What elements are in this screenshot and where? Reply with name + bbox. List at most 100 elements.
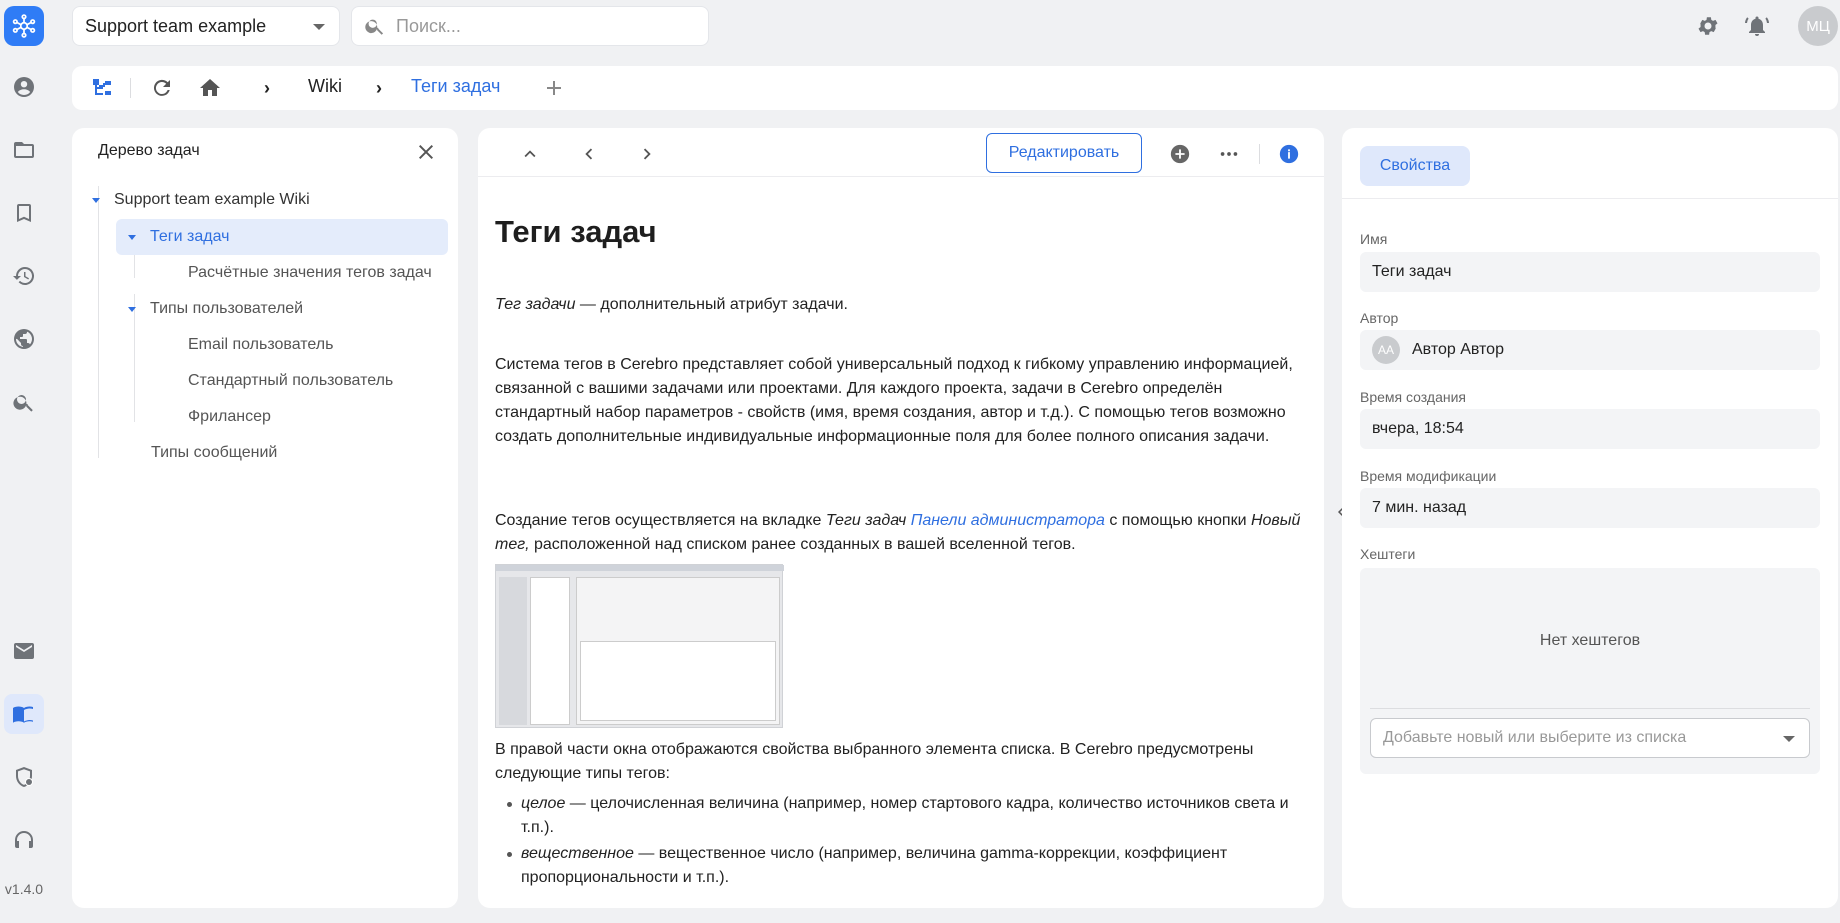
tree-item-freelancer[interactable]: Фрилансер [188,399,271,435]
text: — дополнительный атрибут задачи. [575,296,848,313]
close-icon[interactable] [414,140,438,164]
mail-icon[interactable] [8,635,40,667]
admin-panel-screenshot-image[interactable] [495,564,784,728]
tree-item-user-types[interactable]: Типы пользователей [128,291,303,327]
task-tree-panel: Дерево задач Support team example Wiki Т… [72,128,458,908]
add-tab-plus-icon[interactable] [542,76,566,100]
text: Создание тегов осуществляется на вкладке [495,512,826,529]
project-name: Support team example [85,15,267,36]
profile-icon[interactable] [8,71,40,103]
admin-panel-link[interactable]: Панели администратора [911,512,1105,529]
settings-gear-icon[interactable] [1694,12,1722,40]
more-options-icon[interactable] [1215,140,1243,168]
toolbar-divider [478,176,1324,177]
notifications-bell-icon[interactable] [1743,12,1771,40]
list-item: целое — целочисленная величина (например… [495,792,1311,840]
user-avatar[interactable]: МЦ [1798,6,1838,46]
bookmark-icon[interactable] [8,197,40,229]
document-paragraph: Система тегов в Cerebro представляет соб… [495,356,1293,445]
chevron-down-icon [313,24,325,30]
hashtag-select[interactable] [1370,718,1810,758]
tree-item-task-tags[interactable]: Теги задач [116,219,448,255]
expand-caret-icon[interactable] [128,306,136,312]
home-icon[interactable] [198,76,222,100]
tab-properties[interactable]: Свойства [1360,146,1470,186]
tree-guide-line [98,186,99,458]
image-titlebar [496,565,784,571]
text-italic: Теги задач [825,512,907,529]
app-logo-icon[interactable] [4,6,44,46]
wiki-book-icon[interactable] [4,694,44,734]
app-version: v1.4.0 [4,881,44,897]
tree-item-message-types[interactable]: Типы сообщений [151,435,277,471]
add-circle-icon[interactable] [1166,140,1194,168]
breadcrumb-current[interactable]: Теги задач [411,76,500,97]
tree-item-label: Расчётные значения тегов задач [188,264,432,281]
hashtags-box: Нет хештегов [1360,568,1820,774]
text-italic: вещественное [521,845,634,862]
divider [1370,708,1810,709]
tree-item-label: Email пользователь [188,336,334,353]
name-field: Теги задач [1360,252,1820,292]
image-table [580,641,776,721]
no-hashtags-text: Нет хештегов [1539,632,1641,649]
tree-item-label: Фрилансер [188,408,271,425]
search-box[interactable] [351,6,709,46]
text: с помощью кнопки [1104,512,1251,529]
expand-caret-icon[interactable] [92,197,100,203]
tree-item-standard-user[interactable]: Стандартный пользователь [188,363,393,399]
tree-item-label: Стандартный пользователь [188,372,394,389]
document-paragraph: В правой части окна отображаются свойств… [495,741,1254,782]
support-headset-icon[interactable] [8,824,40,856]
author-avatar: АА [1372,336,1400,364]
chevron-left-icon[interactable] [575,140,603,168]
tree-item-calculated-values[interactable]: Расчётные значения тегов задач [188,255,432,291]
search-input[interactable] [396,15,696,37]
tree-item-label: Типы пользователей [150,300,304,317]
divider [130,78,131,98]
folder-icon[interactable] [8,134,40,166]
breadcrumb-bar: › Wiki › Теги задач [72,66,1838,110]
tree-structure-icon[interactable] [90,76,114,100]
tree-item-email-user[interactable]: Email пользователь [188,327,333,363]
hashtag-input[interactable] [1383,729,1763,747]
chevron-right-icon[interactable] [633,140,661,168]
breadcrumb-wiki[interactable]: Wiki [308,76,342,97]
modified-label: Время модификации [1360,468,1497,484]
tree-item-wiki-root[interactable]: Support team example Wiki [92,182,310,218]
divider [1259,144,1260,164]
expand-caret-icon[interactable] [128,234,136,240]
project-selector[interactable]: Support team example [72,6,340,46]
refresh-icon[interactable] [150,76,174,100]
properties-panel: Свойства Имя Теги задач Автор АА Автор А… [1342,128,1838,908]
document-paragraph: Тег задачи — дополнительный атрибут зада… [495,293,1311,317]
breadcrumb-separator-icon: › [376,78,382,98]
info-icon[interactable] [1275,140,1303,168]
author-field: АА Автор Автор [1360,330,1820,370]
created-field: вчера, 18:54 [1360,409,1820,449]
tree-item-label: Типы сообщений [151,444,278,461]
text-italic: целое [521,795,566,812]
tree-item-label: Support team example Wiki [114,191,310,208]
document-title: Теги задач [495,214,657,249]
image-sidebar [499,577,527,725]
tree-title: Дерево задач [98,142,200,159]
chevron-up-icon[interactable] [516,140,544,168]
history-icon[interactable] [8,260,40,292]
search-icon [365,19,384,35]
breadcrumb-separator-icon: › [264,78,270,98]
chevron-down-icon[interactable] [1783,736,1795,742]
name-label: Имя [1360,231,1388,247]
list-item: вещественное — вещественное число (напри… [495,842,1311,890]
tag-types-list: целое — целочисленная величина (например… [495,792,1311,892]
text-italic: Тег задачи [495,296,576,313]
text: — целочисленная величина (например, номе… [521,795,1289,836]
edit-button[interactable]: Редактировать [986,133,1142,173]
admin-shield-icon[interactable] [8,761,40,793]
author-name: Автор Автор [1412,341,1504,358]
wiki-content-panel: Редактировать Теги задач Тег задачи — до… [478,128,1324,908]
divider [1342,198,1838,199]
modified-field: 7 мин. назад [1360,488,1820,528]
search-icon[interactable] [8,386,40,418]
globe-icon[interactable] [8,323,40,355]
